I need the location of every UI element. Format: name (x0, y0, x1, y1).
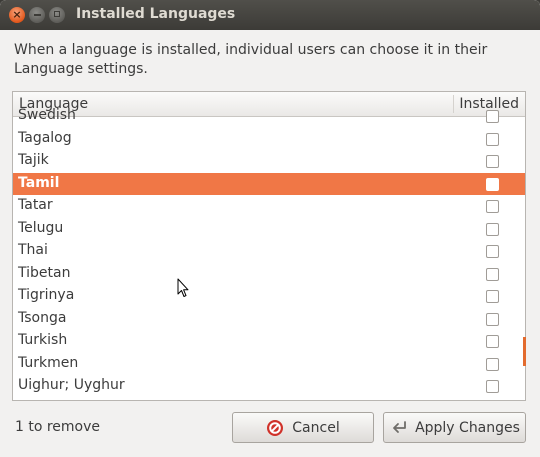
installed-checkbox[interactable] (486, 335, 499, 348)
list-item-label: Turkish (18, 332, 68, 348)
status-text: 1 to remove (15, 419, 101, 435)
installed-checkbox[interactable] (486, 357, 499, 371)
list-item-selected[interactable]: Tamil (13, 172, 525, 195)
list-item[interactable]: Turkmen (13, 353, 525, 376)
list-rows: Swedish Tagalog Tajik Tamil Tatar Telugu… (13, 107, 525, 398)
window-title: Installed Languages (76, 6, 236, 22)
apply-icon (393, 420, 406, 433)
installed-checkbox[interactable] (486, 110, 499, 123)
installed-checkbox[interactable] (486, 380, 499, 393)
list-item-label: Swedish (18, 107, 76, 123)
list-item[interactable]: Telugu (13, 218, 525, 241)
cancel-button[interactable]: Cancel (232, 412, 374, 443)
cancel-button-label: Cancel (292, 419, 340, 436)
close-icon[interactable]: × (9, 7, 25, 23)
installed-checkbox[interactable] (486, 155, 499, 168)
apply-button-label: Apply Changes (415, 419, 520, 436)
installed-languages-window: × Installed Languages When a language is… (0, 0, 540, 457)
list-item-label: Tigrinya (18, 287, 75, 303)
list-item[interactable]: Thai (13, 240, 525, 263)
list-item-label: Tajik (18, 152, 49, 168)
list-item[interactable]: Tajik (13, 150, 525, 173)
list-item-label: Tsonga (18, 309, 67, 326)
language-list[interactable]: Language Installed Swedish Tagalog Tajik… (12, 91, 526, 401)
list-item[interactable]: Uighur; Uyghur (13, 375, 525, 398)
installed-checkbox[interactable] (486, 132, 499, 146)
list-item-label: Uighur; Uyghur (18, 377, 125, 393)
list-item-label: Tagalog (18, 129, 72, 146)
maximize-icon[interactable] (49, 7, 65, 23)
list-item[interactable]: Swedish (13, 105, 525, 128)
mouse-pointer-icon (177, 278, 189, 297)
cancel-icon (267, 419, 284, 436)
list-item[interactable]: Tagalog (13, 128, 525, 151)
list-item[interactable]: Tibetan (13, 263, 525, 286)
list-item-label: Thai (18, 242, 48, 258)
installed-checkbox[interactable] (486, 290, 499, 303)
list-item[interactable]: Tsonga (13, 308, 525, 331)
list-item[interactable]: Tatar (13, 195, 525, 218)
list-item[interactable]: Tigrinya (13, 285, 525, 308)
list-item-label: Turkmen (18, 354, 79, 371)
installed-checkbox[interactable] (486, 177, 499, 191)
apply-changes-button[interactable]: Apply Changes (383, 412, 526, 443)
minimize-icon[interactable] (29, 7, 45, 23)
list-item[interactable]: Turkish (13, 330, 525, 353)
installed-checkbox[interactable] (486, 222, 499, 236)
list-item-label: Tamil (18, 174, 60, 191)
installed-checkbox[interactable] (486, 267, 499, 281)
list-item-label: Telugu (18, 219, 64, 236)
scrollbar-indicator[interactable] (523, 337, 526, 366)
description-text: When a language is installed, individual… (14, 42, 488, 77)
list-item-label: Tatar (18, 197, 53, 213)
installed-checkbox[interactable] (486, 245, 499, 258)
installed-checkbox[interactable] (486, 200, 499, 213)
list-item-label: Tibetan (18, 264, 71, 281)
installed-checkbox[interactable] (486, 312, 499, 326)
title-bar: × Installed Languages (0, 0, 540, 30)
